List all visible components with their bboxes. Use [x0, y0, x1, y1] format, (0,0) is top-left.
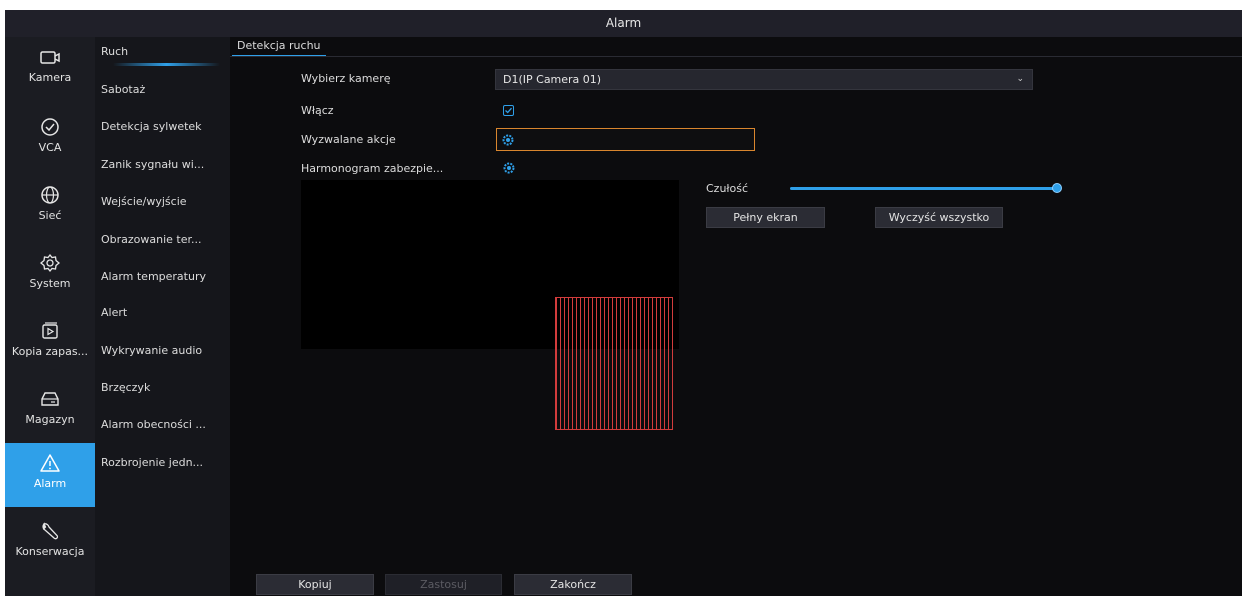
motion-detection-panel: Detekcja ruchu Wybierz kamerę D1(IP Came… — [230, 37, 1242, 596]
sensitivity-label: Czułość — [706, 182, 749, 195]
nav-item-system[interactable]: System — [5, 253, 95, 319]
enable-label: Włącz — [301, 104, 334, 117]
checkmark-icon — [505, 107, 512, 114]
nav-label: VCA — [38, 141, 62, 154]
fullscreen-button[interactable]: Pełny ekran — [706, 207, 825, 228]
triggered-actions-label: Wyzwalane akcje — [301, 133, 396, 146]
backup-icon — [42, 322, 58, 339]
wrench-icon — [42, 522, 59, 540]
submenu-item-one-key-disarm[interactable]: Rozbrojenie jedn... — [95, 448, 230, 478]
globe-icon — [41, 186, 59, 204]
camera-icon — [40, 51, 60, 64]
submenu-item-tamper[interactable]: Sabotaż — [95, 75, 230, 105]
gear-icon — [39, 253, 61, 273]
triggered-actions-field[interactable] — [496, 128, 755, 151]
nav-item-alarm[interactable]: Alarm — [5, 443, 95, 507]
chevron-down-icon: ⌄ — [1016, 74, 1024, 84]
submenu-item-audio-detection[interactable]: Wykrywanie audio — [95, 336, 230, 366]
tab-motion-detection[interactable]: Detekcja ruchu — [232, 37, 326, 57]
nav-item-maintenance[interactable]: Konserwacja — [5, 521, 95, 587]
motion-detection-area[interactable] — [555, 297, 673, 430]
clear-all-button[interactable]: Wyczyść wszystko — [875, 207, 1003, 228]
camera-select-label: Wybierz kamerę — [301, 72, 391, 85]
alarm-window: Alarm Kamera VCA Sieć System Kopia zapas… — [5, 10, 1242, 596]
vca-icon — [41, 118, 59, 136]
sensitivity-slider-track[interactable] — [790, 187, 1058, 190]
nav-label: Kamera — [28, 71, 72, 84]
window-title: Alarm — [5, 10, 1242, 37]
nav-item-vca[interactable]: VCA — [5, 117, 95, 183]
alarm-submenu: Ruch Sabotaż Detekcja sylwetek Zanik syg… — [95, 37, 230, 596]
submenu-item-human-detection[interactable]: Detekcja sylwetek — [95, 112, 230, 142]
apply-button[interactable]: Zastosuj — [385, 574, 502, 595]
nav-label: Magazyn — [25, 413, 75, 426]
settings-gear-icon[interactable] — [502, 134, 514, 146]
copy-button[interactable]: Kopiuj — [256, 574, 374, 595]
submenu-item-motion[interactable]: Ruch — [95, 37, 230, 67]
submenu-item-temperature-alarm[interactable]: Alarm temperatury — [95, 262, 230, 292]
nav-item-camera[interactable]: Kamera — [5, 49, 95, 115]
camera-select[interactable]: D1(IP Camera 01) ⌄ — [495, 69, 1033, 90]
tab-divider — [230, 56, 1242, 57]
sensitivity-slider-handle[interactable] — [1052, 183, 1062, 193]
nav-label: Kopia zapas... — [11, 345, 89, 358]
nav-label: Alarm — [33, 477, 67, 490]
storage-icon — [41, 392, 59, 406]
schedule-gear-icon[interactable] — [503, 162, 515, 174]
nav-label: System — [29, 277, 71, 290]
submenu-item-presence-alarm[interactable]: Alarm obecności ... — [95, 410, 230, 440]
camera-select-value: D1(IP Camera 01) — [503, 73, 602, 86]
submenu-item-video-loss[interactable]: Zanik sygnału wi... — [95, 150, 230, 180]
main-nav: Kamera VCA Sieć System Kopia zapas... Ma… — [5, 37, 95, 596]
submenu-item-thermal-imaging[interactable]: Obrazowanie ter... — [95, 225, 230, 255]
finish-button[interactable]: Zakończ — [514, 574, 632, 595]
alarm-warning-icon — [40, 454, 60, 472]
submenu-item-input-output[interactable]: Wejście/wyjście — [95, 187, 230, 217]
enable-checkbox[interactable] — [503, 105, 514, 116]
submenu-item-alert[interactable]: Alert — [95, 298, 230, 328]
arming-schedule-label: Harmonogram zabezpie... — [301, 162, 444, 175]
nav-item-network[interactable]: Sieć — [5, 185, 95, 251]
nav-item-backup[interactable]: Kopia zapas... — [5, 321, 95, 387]
submenu-item-buzzer[interactable]: Brzęczyk — [95, 373, 230, 403]
nav-label: Sieć — [38, 209, 62, 222]
nav-label: Konserwacja — [15, 545, 85, 558]
